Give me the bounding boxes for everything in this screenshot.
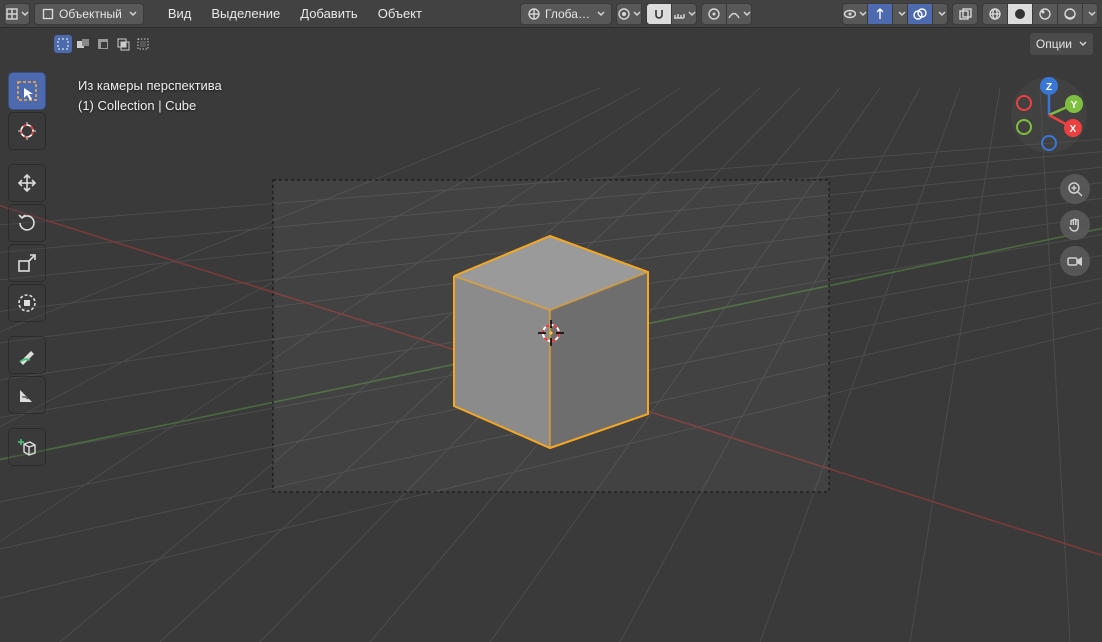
tool-shelf [8,72,44,466]
snap-element-dropdown[interactable] [671,3,697,25]
navigation-gizmo[interactable]: Z Y X [1010,76,1088,154]
menu-add[interactable]: Добавить [292,6,365,21]
object-visibility-dropdown[interactable] [842,3,867,25]
pan-button[interactable] [1060,210,1090,240]
select-mode-invert[interactable] [134,35,152,53]
tool-scale[interactable] [8,244,46,282]
tool-select-box[interactable] [8,72,46,110]
interaction-mode-label: Объектный [59,7,122,21]
select-mode-intersect[interactable] [114,35,132,53]
transform-orientation-dropdown[interactable]: Глоба… [520,3,612,25]
tool-measure[interactable] [8,376,46,414]
viewport-nav-buttons [1060,174,1090,276]
tool-rotate[interactable] [8,204,46,242]
editor-type-dropdown[interactable] [4,3,30,25]
tool-annotate[interactable] [8,336,46,374]
select-mode-extend[interactable] [74,35,92,53]
overlay-options-dropdown[interactable] [932,3,948,25]
select-mode-group [54,35,152,53]
tool-transform[interactable] [8,284,46,322]
pivot-point-dropdown[interactable] [616,3,642,25]
tool-cursor[interactable] [8,112,46,150]
viewport-info-overlay: Из камеры перспектива (1) Collection | C… [78,76,222,116]
menu-object[interactable]: Объект [370,6,430,21]
tool-move[interactable] [8,164,46,202]
snap-toggle[interactable] [646,3,671,25]
options-label: Опции [1036,37,1072,51]
show-overlays-toggle[interactable] [907,3,932,25]
viewport-header: Объектный Вид Выделение Добавить Объект … [0,0,1102,28]
proportional-falloff-dropdown[interactable] [726,3,752,25]
orientation-label: Глоба… [545,7,590,21]
gizmo-z-label: Z [1046,82,1052,93]
select-mode-new[interactable] [54,35,72,53]
menu-view[interactable]: Вид [160,6,200,21]
shading-wireframe[interactable] [982,3,1007,25]
shading-material[interactable] [1032,3,1057,25]
tool-add-primitive[interactable] [8,428,46,466]
show-gizmos-toggle[interactable] [867,3,892,25]
viewport-3d[interactable] [0,28,1102,642]
view-perspective-label: Из камеры перспектива [78,76,222,96]
gizmo-options-dropdown[interactable] [892,3,907,25]
active-object-label: (1) Collection | Cube [78,96,222,116]
shading-rendered[interactable] [1057,3,1082,25]
interaction-mode-dropdown[interactable]: Объектный [34,3,144,25]
gizmo-y-label: Y [1071,100,1078,111]
shading-options-dropdown[interactable] [1082,3,1098,25]
menu-select[interactable]: Выделение [203,6,288,21]
shading-solid[interactable] [1007,3,1032,25]
proportional-edit-toggle[interactable] [701,3,726,25]
select-mode-subtract[interactable] [94,35,112,53]
tool-settings-header: Опции [0,28,1102,60]
camera-view-button[interactable] [1060,246,1090,276]
viewport-options-dropdown[interactable]: Опции [1029,32,1094,56]
gizmo-x-label: X [1070,124,1077,135]
zoom-button[interactable] [1060,174,1090,204]
xray-toggle[interactable] [952,3,978,25]
